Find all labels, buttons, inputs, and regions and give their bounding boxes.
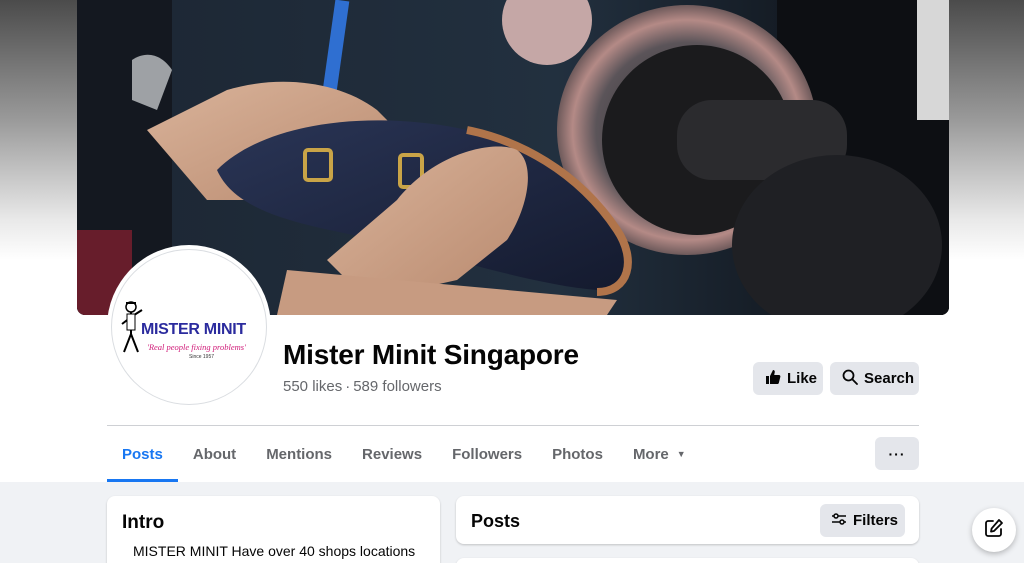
followers-count[interactable]: 589 followers	[353, 378, 441, 395]
tab-posts[interactable]: Posts	[107, 426, 178, 482]
logo-tagline: 'Real people fixing problems'	[147, 342, 246, 352]
logo-name: MISTER MINIT	[141, 321, 246, 338]
tab-label: Mentions	[266, 445, 333, 463]
tab-mentions[interactable]: Mentions	[251, 426, 347, 482]
page-stats: 550 likes · 589 followers	[283, 378, 442, 395]
search-label: Search	[864, 370, 915, 387]
caret-down-icon: ▼	[676, 449, 686, 459]
filters-button[interactable]: Filters	[820, 504, 905, 537]
intro-text: MISTER MINIT Have over 40 shops location…	[133, 543, 416, 559]
tab-more[interactable]: More ▼	[618, 426, 701, 482]
logo: MISTER MINIT 'Real people fixing problem…	[111, 249, 267, 405]
compose-message-button[interactable]	[972, 508, 1016, 552]
filters-label: Filters	[853, 512, 899, 529]
like-button[interactable]: Like	[753, 362, 823, 395]
tab-followers[interactable]: Followers	[437, 426, 537, 482]
thumbs-up-icon	[765, 369, 781, 389]
more-options-button[interactable]: ···	[875, 437, 919, 470]
tab-label: Followers	[452, 445, 523, 463]
tab-label: Posts	[122, 445, 163, 463]
search-icon	[842, 369, 858, 389]
posts-header-card: Posts Filters	[456, 496, 919, 544]
intro-title: Intro	[122, 512, 165, 533]
logo-since: Since 1957	[189, 354, 215, 360]
page-title: Mister Minit Singapore	[283, 339, 579, 370]
tab-label: Reviews	[362, 445, 423, 463]
ellipsis-icon: ···	[888, 445, 906, 462]
separator: ·	[345, 378, 351, 395]
tab-label: About	[192, 445, 237, 463]
tab-about[interactable]: About	[178, 426, 251, 482]
intro-card: Intro MISTER MINIT Have over 40 shops lo…	[107, 496, 440, 563]
tab-reviews[interactable]: Reviews	[347, 426, 437, 482]
profile-picture[interactable]: MISTER MINIT 'Real people fixing problem…	[107, 245, 271, 409]
posts-title: Posts	[471, 511, 521, 531]
compose-icon	[984, 518, 1004, 543]
search-button[interactable]: Search	[830, 362, 919, 395]
page-tabs: Posts About Mentions Reviews Followers P…	[107, 426, 701, 482]
tab-label: Photos	[552, 445, 603, 463]
like-label: Like	[787, 370, 818, 387]
tab-label: More	[632, 445, 669, 463]
post-card	[456, 558, 919, 563]
sliders-icon	[831, 512, 847, 530]
tab-photos[interactable]: Photos	[537, 426, 618, 482]
likes-count[interactable]: 550 likes	[283, 378, 342, 395]
